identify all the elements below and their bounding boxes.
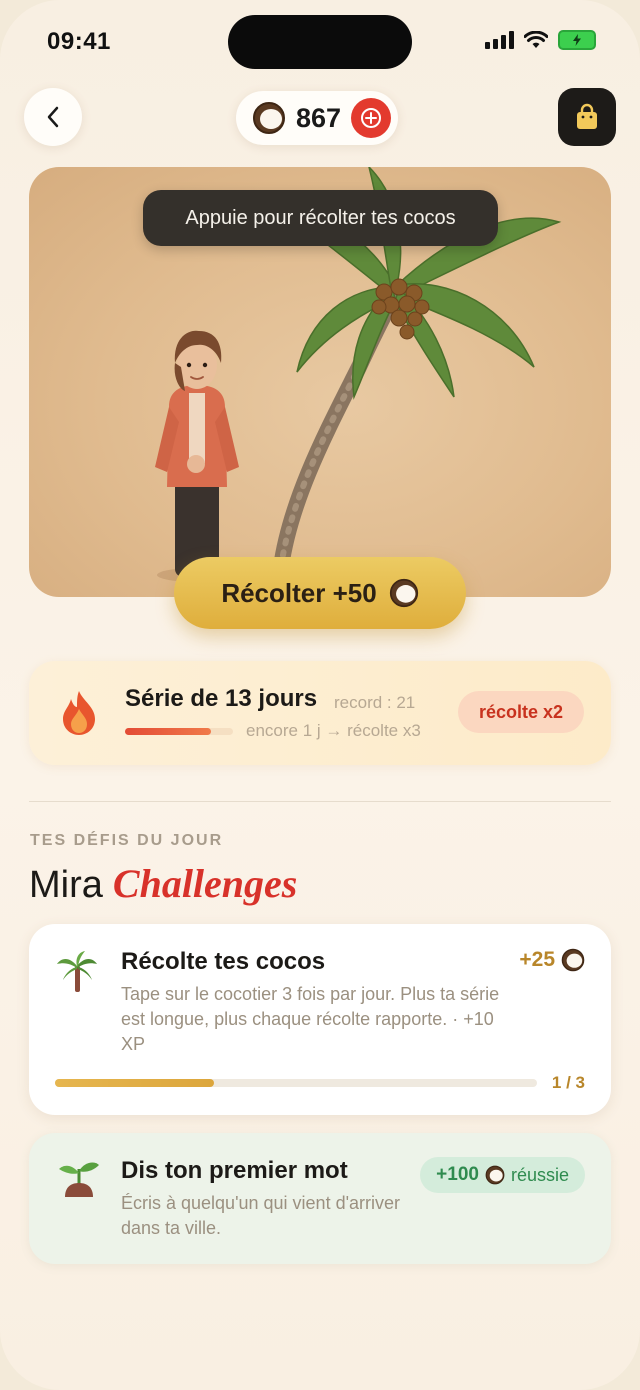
streak-title: Série de 13 jours: [125, 685, 318, 712]
coconut-icon: [485, 1165, 505, 1185]
challenge-status: réussie: [510, 1164, 569, 1185]
battery-icon: [558, 30, 596, 50]
streak-progress-fill: [125, 728, 212, 735]
harvest-multiplier-badge: récolte x2: [458, 691, 584, 733]
shop-button[interactable]: [558, 88, 616, 146]
coconut-icon: [389, 578, 418, 608]
coconut-icon: [253, 102, 285, 134]
dynamic-island: [228, 15, 412, 69]
signal-icon: [485, 31, 514, 49]
harvest-hint-tooltip: Appuie pour récolter tes cocos: [143, 190, 498, 246]
status-icons: [485, 30, 596, 50]
challenge-title: Récolte tes cocos: [121, 948, 326, 975]
challenge-progress-bar: [55, 1079, 537, 1087]
add-coins-button[interactable]: [351, 98, 392, 138]
coconut-icon: [561, 948, 585, 972]
challenge-description: Écris à quelqu'un qui vient d'arriver da…: [121, 1193, 401, 1238]
back-button[interactable]: [24, 88, 82, 146]
challenge-progress-fill: [55, 1079, 215, 1087]
coin-count: 867: [296, 102, 342, 133]
challenge-completed-badge: +100 réussie: [420, 1157, 585, 1193]
streak-record: record : 21: [334, 693, 416, 712]
streak-card[interactable]: Série de 13 jours record : 21 encore 1 j…: [29, 661, 611, 765]
challenge-reward: +25: [519, 948, 585, 972]
sprout-icon: [59, 1162, 99, 1197]
harvest-button-label: Récolter +50: [221, 577, 377, 608]
section-divider: [29, 801, 611, 802]
chevron-left-icon: [47, 106, 59, 128]
plus-circle-icon: [361, 108, 382, 128]
challenge-title: Dis ton premier mot: [121, 1157, 348, 1184]
challenge-description: Tape sur le cocotier 3 fois par jour. Pl…: [121, 984, 500, 1054]
section-kicker: TES DÉFIS DU JOUR: [30, 832, 224, 849]
section-title-accent: Challenges: [112, 861, 298, 906]
wifi-icon: [524, 31, 548, 48]
challenge-card-first-word[interactable]: Dis ton premier mot Écris à quelqu'un qu…: [29, 1133, 611, 1264]
challenge-reward-amount: +100: [436, 1164, 479, 1185]
challenge-progress-text: 1 / 3: [551, 1073, 585, 1092]
shopping-bag-icon: [577, 103, 597, 129]
challenge-reward-amount: +25: [519, 948, 555, 971]
phone-screen: 09:41 867 Appuie pour récolter tes cocos…: [0, 0, 640, 1390]
harvest-button[interactable]: Récolter +50: [174, 557, 466, 629]
challenge-card-harvest[interactable]: Récolte tes cocos Tape sur le cocotier 3…: [29, 924, 611, 1115]
section-title-plain: Mira: [29, 864, 103, 906]
status-time: 09:41: [47, 28, 111, 55]
section-title: Mira Challenges: [29, 860, 297, 907]
flame-icon: [63, 691, 95, 735]
home-indicator: [250, 1370, 390, 1375]
palm-tree-icon: [57, 951, 97, 992]
streak-progress-bar: [125, 728, 233, 735]
coin-balance-pill[interactable]: 867: [236, 91, 399, 145]
streak-next-milestone: encore 1 j → récolte x3: [246, 721, 421, 740]
character: [155, 330, 239, 577]
